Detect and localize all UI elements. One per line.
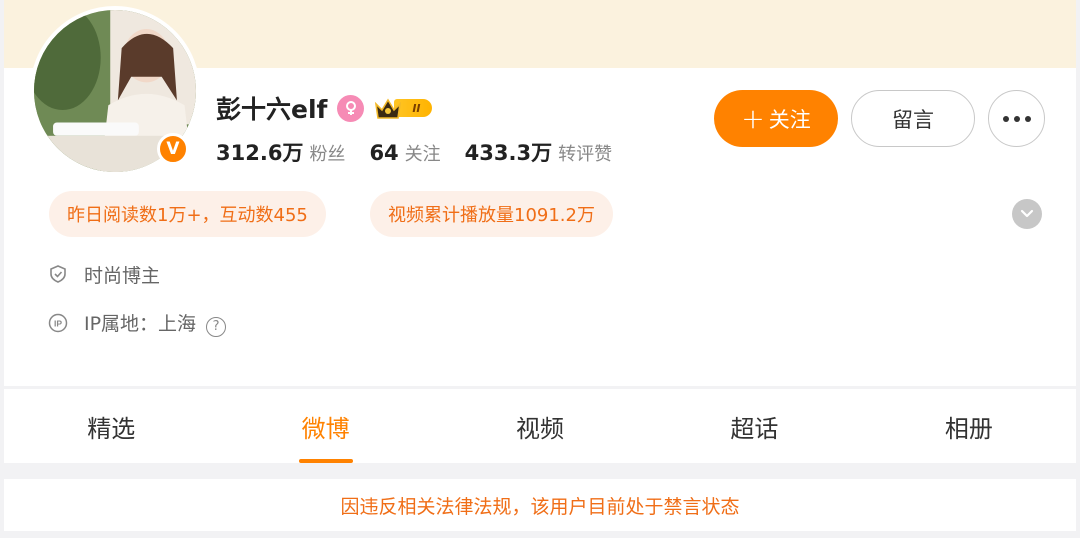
fans-label[interactable]: 粉丝 <box>309 140 345 166</box>
help-icon[interactable]: ? <box>206 316 227 337</box>
chevron-down-icon <box>1020 209 1034 218</box>
following-count[interactable]: 64 <box>369 141 398 165</box>
category-text: 时尚博主 <box>84 264 161 287</box>
video-plays-chip[interactable]: 视频累计播放量1091.2万 <box>370 191 613 237</box>
ip-location-text: IP属地：上海? <box>84 309 227 337</box>
member-level-badge[interactable]: II <box>374 96 433 120</box>
message-label: 留言 <box>892 107 934 132</box>
username: 彭十六elf <box>216 95 328 124</box>
svg-text:IP: IP <box>54 319 62 329</box>
profile-page: V 彭十六elf II 312.6万 粉丝 64 关注 433.3万 转评赞 + <box>0 0 1080 538</box>
tab-featured[interactable]: 精选 <box>4 389 218 463</box>
following-label[interactable]: 关注 <box>405 140 441 166</box>
fans-count[interactable]: 312.6万 <box>216 137 303 167</box>
name-row: 彭十六elf II <box>216 88 433 128</box>
plus-icon: + <box>741 101 765 135</box>
tab-weibo[interactable]: 微博 <box>218 389 432 463</box>
tab-album[interactable]: 相册 <box>862 389 1076 463</box>
message-button[interactable]: 留言 <box>851 90 975 147</box>
reading-stats-chip[interactable]: 昨日阅读数1万+，互动数455 <box>49 191 326 237</box>
tab-super-topic[interactable]: 超话 <box>647 389 861 463</box>
crown-icon <box>375 98 402 119</box>
reposts-likes-count: 433.3万 <box>464 141 553 165</box>
expand-profile-button[interactable] <box>1012 199 1042 229</box>
follow-button[interactable]: + 关注 <box>714 90 838 147</box>
verified-badge-icon: V <box>157 133 189 165</box>
active-tab-indicator <box>298 459 353 463</box>
reposts-likes-label: 转评赞 <box>558 144 613 165</box>
female-gender-icon <box>337 94 365 122</box>
profile-tabs: 精选 微博 视频 超话 相册 <box>4 389 1076 463</box>
more-options-button[interactable] <box>988 90 1045 147</box>
ip-location-row: IP IP属地：上海? <box>48 308 227 338</box>
follow-label: 关注 <box>768 107 811 132</box>
tab-video[interactable]: 视频 <box>433 389 647 463</box>
more-dots-icon <box>1002 115 1009 122</box>
shield-check-icon <box>50 265 66 283</box>
category-row: 时尚博主 <box>48 259 160 289</box>
ip-icon: IP <box>48 313 68 333</box>
stats-row: 312.6万 粉丝 64 关注 433.3万 转评赞 <box>216 137 636 171</box>
ban-notice: 因违反相关法律法规，该用户目前处于禁言状态 <box>4 479 1076 531</box>
